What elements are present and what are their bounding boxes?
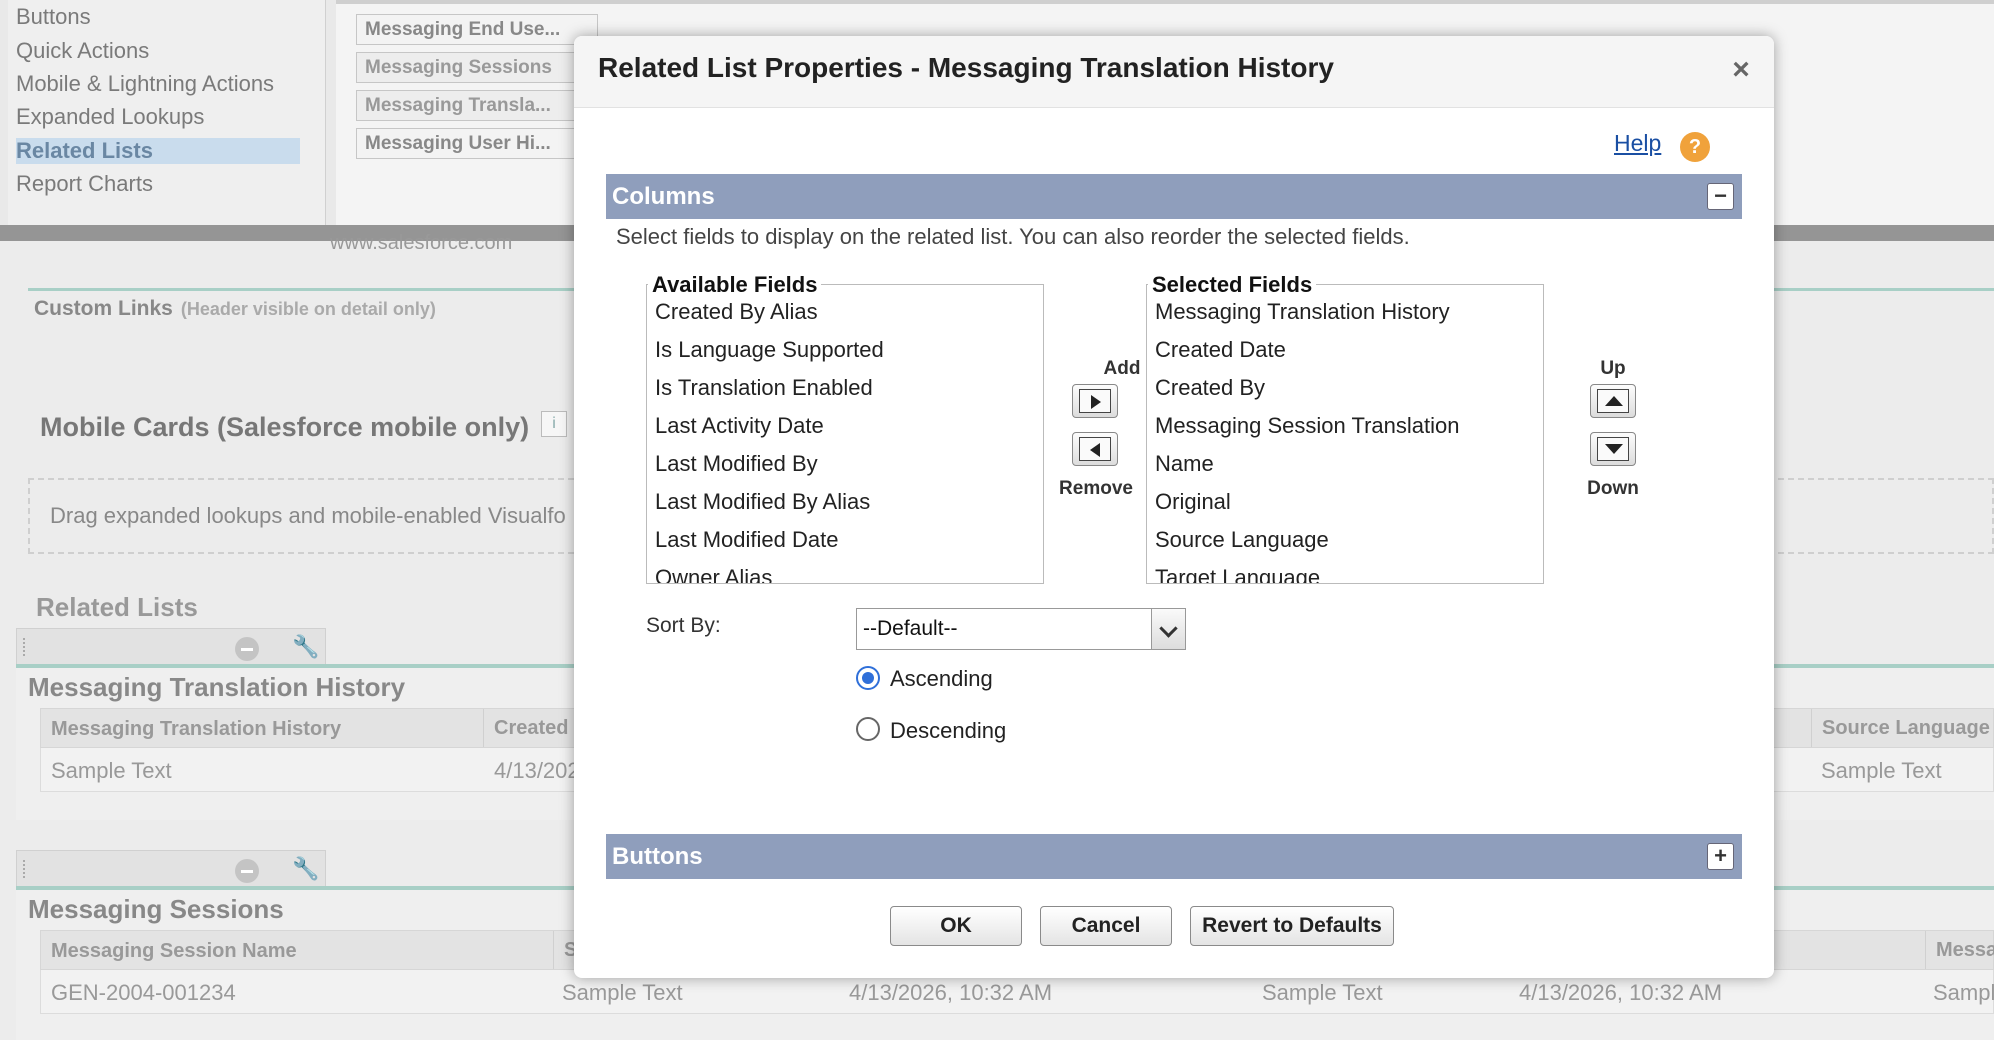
list-item[interactable]: Last Modified Date: [647, 521, 1043, 559]
list-item[interactable]: Is Translation Enabled: [647, 369, 1043, 407]
related-lists-title: Related Lists: [36, 592, 198, 622]
help-link[interactable]: Help: [1614, 130, 1661, 157]
down-label: Down: [1587, 478, 1639, 499]
palette-item[interactable]: Messaging User Hi...: [356, 128, 598, 159]
palette-item[interactable]: Messaging Sessions: [356, 52, 598, 83]
buttons-section-header[interactable]: Buttons +: [606, 834, 1742, 879]
move-down-button[interactable]: [1590, 432, 1636, 466]
table-cell: Sampl: [1933, 980, 1994, 1005]
available-fields-list[interactable]: Created By Alias Is Language Supported I…: [646, 284, 1044, 584]
table-cell: Sample Text: [562, 980, 683, 1005]
dialog-header: Related List Properties - Messaging Tran…: [574, 36, 1774, 108]
related-list-name: Messaging Translation History: [28, 672, 406, 702]
custom-links-sub: (Header visible on detail only): [180, 299, 436, 319]
custom-links-label: Custom Links: [34, 297, 173, 320]
add-button[interactable]: [1072, 384, 1118, 418]
column-header: Messaging Translation History: [51, 718, 342, 740]
custom-links-heading: Custom Links (Header visible on detail on…: [34, 297, 436, 321]
sort-by-value: --Default--: [863, 617, 958, 640]
arrow-right-icon: [1079, 389, 1111, 413]
list-item[interactable]: Owner Alias: [647, 559, 1043, 583]
dialog-title: Related List Properties - Messaging Tran…: [598, 52, 1334, 83]
list-item[interactable]: Created By Alias: [647, 293, 1043, 331]
available-fields-label: Available Fields: [648, 272, 822, 298]
layout-nav-panel: Buttons Quick Actions Mobile & Lightning…: [8, 0, 326, 225]
selected-fields-label: Selected Fields: [1148, 272, 1317, 298]
nav-item-buttons[interactable]: Buttons: [16, 4, 91, 30]
palette-item[interactable]: Messaging End Use...: [356, 14, 598, 45]
collapse-icon[interactable]: −: [1707, 183, 1734, 210]
remove-button[interactable]: [1072, 432, 1118, 466]
ascending-radio[interactable]: [856, 666, 880, 690]
drag-handle-icon[interactable]: [23, 860, 27, 878]
band-text: www.salesforce.com: [330, 232, 513, 254]
list-item[interactable]: Messaging Translation History: [1147, 293, 1543, 331]
list-item[interactable]: Last Modified By Alias: [647, 483, 1043, 521]
arrow-up-icon: [1597, 389, 1629, 413]
list-item[interactable]: Target Language: [1147, 559, 1543, 583]
table-cell: Sample Text: [51, 758, 172, 783]
list-item[interactable]: Last Activity Date: [647, 407, 1043, 445]
list-item[interactable]: Messaging Session Translation: [1147, 407, 1543, 445]
table-cell: 4/13/2026, 10:32 AM: [849, 980, 1053, 1005]
mobile-cards-title: Mobile Cards (Salesforce mobile only): [40, 412, 530, 442]
buttons-section-label: Buttons: [612, 843, 703, 870]
column-header: Messaging Session Name: [51, 940, 297, 962]
wrench-icon[interactable]: 🔧: [292, 856, 319, 882]
nav-item-report-charts[interactable]: Report Charts: [16, 171, 153, 197]
ascending-label: Ascending: [890, 666, 993, 691]
list-item[interactable]: Created Date: [1147, 331, 1543, 369]
palette-item[interactable]: Messaging Transla...: [356, 90, 598, 121]
move-up-button[interactable]: [1590, 384, 1636, 418]
descending-radio[interactable]: [856, 717, 880, 741]
arrow-left-icon: [1079, 437, 1111, 461]
close-icon[interactable]: ×: [1726, 55, 1756, 86]
expand-icon[interactable]: +: [1707, 843, 1734, 870]
list-item[interactable]: Name: [1147, 445, 1543, 483]
nav-item-quick-actions[interactable]: Quick Actions: [16, 38, 149, 64]
list-item[interactable]: Last Modified By: [647, 445, 1043, 483]
column-header: Messa: [1925, 931, 1994, 969]
ok-button[interactable]: OK: [890, 906, 1022, 946]
related-list-toolbar: 🔧: [16, 628, 326, 664]
columns-section-header[interactable]: Columns −: [606, 174, 1742, 219]
drag-handle-icon[interactable]: [23, 638, 27, 656]
list-item[interactable]: Created By: [1147, 369, 1543, 407]
columns-section-label: Columns: [612, 183, 715, 210]
sort-by-select[interactable]: --Default--: [856, 608, 1186, 650]
list-item[interactable]: Is Language Supported: [647, 331, 1043, 369]
descending-label: Descending: [890, 718, 1007, 743]
wrench-icon[interactable]: 🔧: [292, 634, 319, 660]
list-item[interactable]: Original: [1147, 483, 1543, 521]
column-header: Created D: [483, 709, 588, 747]
help-icon[interactable]: ?: [1680, 132, 1710, 162]
related-list-toolbar: 🔧: [16, 850, 326, 886]
related-list-name: Messaging Sessions: [28, 894, 284, 924]
nav-item-expanded-lookups[interactable]: Expanded Lookups: [16, 104, 204, 130]
related-list-properties-dialog: Related List Properties - Messaging Tran…: [574, 36, 1774, 978]
revert-to-defaults-button[interactable]: Revert to Defaults: [1190, 906, 1394, 946]
up-label: Up: [1600, 358, 1626, 379]
sort-by-label: Sort By:: [646, 614, 721, 637]
columns-description: Select fields to display on the related …: [616, 224, 1410, 249]
table-cell: Sample Text: [1262, 980, 1383, 1005]
table-cell: GEN-2004-001234: [51, 980, 236, 1005]
remove-icon[interactable]: [235, 637, 259, 661]
remove-label: Remove: [1059, 478, 1133, 499]
table-cell: Sample Text: [1821, 758, 1942, 783]
mobile-cards-hint: Drag expanded lookups and mobile-enabled…: [50, 503, 566, 528]
selected-fields-list[interactable]: Messaging Translation History Created Da…: [1146, 284, 1544, 584]
table-cell: 4/13/2026, 10:32 AM: [1519, 980, 1723, 1005]
chevron-down-icon: [1151, 609, 1185, 649]
column-header: Source Language: [1811, 709, 1990, 747]
info-icon[interactable]: i: [541, 411, 567, 437]
remove-icon[interactable]: [235, 859, 259, 883]
cancel-button[interactable]: Cancel: [1040, 906, 1172, 946]
list-item[interactable]: Source Language: [1147, 521, 1543, 559]
nav-item-mobile-lightning-actions[interactable]: Mobile & Lightning Actions: [16, 71, 274, 97]
nav-item-related-lists[interactable]: Related Lists: [16, 138, 300, 164]
arrow-down-icon: [1597, 437, 1629, 461]
